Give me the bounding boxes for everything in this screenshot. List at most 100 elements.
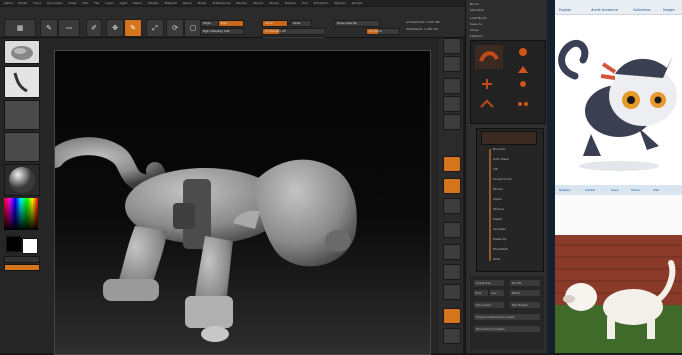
image-action[interactable]: Similar: [585, 188, 595, 192]
browser-tab[interactable]: Explore: [559, 8, 571, 12]
edit-mode-button[interactable]: Edit: [58, 19, 80, 37]
load-brush-item[interactable]: Load Brush: [470, 16, 487, 20]
spix-button[interactable]: [443, 56, 461, 72]
rotate-button[interactable]: ⟳: [166, 19, 184, 37]
edit-button[interactable]: ✎: [40, 19, 58, 37]
del-higher-button[interactable]: Del Higher: [510, 302, 540, 308]
menu-item[interactable]: Picker: [198, 1, 207, 5]
primary-color-swatch[interactable]: [6, 236, 22, 252]
setting-row[interactable]: Stroke: [493, 187, 503, 191]
draw-size-slider[interactable]: Draw Size 64: [334, 20, 380, 27]
brush-thumbnail[interactable]: [4, 40, 40, 64]
actual-button[interactable]: [443, 114, 461, 130]
gradient-button[interactable]: [4, 264, 40, 271]
settings-scroll-track[interactable]: [489, 149, 491, 261]
color-picker[interactable]: [4, 198, 38, 230]
setting-row[interactable]: FiberMesh: [493, 247, 508, 251]
zadd-toggle[interactable]: Zadd: [262, 20, 288, 27]
menu-item[interactable]: Macro: [133, 1, 142, 5]
brush-cell[interactable]: [479, 97, 495, 111]
suv-toggle[interactable]: Suv: [490, 290, 504, 296]
menu-item[interactable]: Marker: [148, 1, 158, 5]
setting-row[interactable]: Auto Mask: [493, 157, 509, 161]
alpha-thumbnail[interactable]: [4, 100, 40, 130]
dog-reference-image[interactable]: [555, 235, 682, 353]
setting-row[interactable]: Twist: [493, 257, 500, 261]
del-lower-button[interactable]: Del Lower: [474, 302, 504, 308]
save-as-item[interactable]: Save As: [470, 22, 482, 26]
menu-item[interactable]: Stroke: [269, 1, 279, 5]
setting-row[interactable]: Depth: [493, 217, 502, 221]
image-action[interactable]: Share: [631, 188, 640, 192]
brush-cell-selected[interactable]: [475, 45, 503, 69]
frame-view-button[interactable]: [443, 222, 461, 238]
setting-row[interactable]: Tilt: [493, 167, 498, 171]
reuv-toggle[interactable]: ReUV: [510, 290, 540, 296]
menu-item[interactable]: Edit: [82, 1, 88, 5]
setting-row[interactable]: Elasticity: [493, 237, 507, 241]
floor-button[interactable]: [443, 178, 461, 194]
image-action[interactable]: Visit: [653, 188, 659, 192]
brush-cell[interactable]: [515, 97, 531, 111]
divide-button[interactable]: Divide: [510, 280, 540, 286]
active-setting-row[interactable]: [481, 131, 537, 145]
menu-item[interactable]: File: [94, 1, 99, 5]
zsub-toggle[interactable]: Zsub: [290, 20, 312, 27]
menu-item[interactable]: Preferences: [213, 1, 231, 5]
menu-item[interactable]: Render: [236, 1, 247, 5]
menu-item[interactable]: Layer: [105, 1, 113, 5]
scale-button[interactable]: ⤢: [146, 19, 164, 37]
menu-item[interactable]: Stencil: [253, 1, 263, 5]
menu-item[interactable]: Alpha: [4, 1, 13, 5]
edit-toggle-button[interactable]: ✐: [86, 19, 102, 37]
move-view-button[interactable]: [443, 244, 461, 260]
material-thumbnail[interactable]: [4, 164, 40, 196]
move-button[interactable]: ✥: [106, 19, 124, 37]
z-intensity-slider[interactable]: Z Intensity 25: [262, 28, 326, 35]
zoom-button[interactable]: [443, 96, 461, 112]
menu-item[interactable]: Document: [47, 1, 63, 5]
switch-color-button[interactable]: [4, 256, 40, 263]
setting-row[interactable]: Samples: [493, 227, 506, 231]
menu-item[interactable]: Zplugin: [334, 1, 345, 5]
window-divider[interactable]: [547, 0, 555, 353]
reconstruct-subdiv-button[interactable]: Reconstruct Subdiv: [474, 326, 540, 332]
freeze-subdivision-button[interactable]: Freeze SubDivision Levels: [474, 314, 540, 320]
setting-row[interactable]: Alpha: [493, 197, 502, 201]
stroke-thumbnail[interactable]: [4, 66, 40, 98]
menu-item[interactable]: Movie: [183, 1, 192, 5]
rotate-view-button[interactable]: [443, 284, 461, 300]
polyf-button[interactable]: [443, 308, 461, 324]
lightbox-item[interactable]: Lightbox: [470, 34, 483, 38]
menu-item[interactable]: Draw: [69, 1, 77, 5]
setting-row[interactable]: Brushes: [493, 147, 505, 151]
setting-row[interactable]: Texture: [493, 207, 504, 211]
rgb-toggle[interactable]: Rgb: [218, 20, 244, 27]
viewport-canvas[interactable]: [46, 50, 431, 355]
persp-button[interactable]: [443, 156, 461, 172]
subdivide-button[interactable]: Subdivide: [474, 280, 504, 286]
smt-toggle[interactable]: Smt: [474, 290, 488, 296]
menu-item[interactable]: Zscript: [352, 1, 362, 5]
menu-item[interactable]: Transform: [314, 1, 329, 5]
browser-tab[interactable]: #cute #creature: [591, 8, 618, 12]
menu-item[interactable]: Light: [120, 1, 128, 5]
scroll-button[interactable]: [443, 78, 461, 94]
menu-item[interactable]: Material: [165, 1, 177, 5]
browser-tab[interactable]: Collections: [633, 8, 650, 12]
menu-item[interactable]: Texture: [285, 1, 296, 5]
menu-item[interactable]: Tool: [302, 1, 308, 5]
creature-reference-image[interactable]: [555, 16, 682, 182]
brush-cell[interactable]: [515, 63, 531, 77]
image-action[interactable]: Related: [559, 188, 570, 192]
scale-view-button[interactable]: [443, 264, 461, 280]
transp-button[interactable]: [443, 328, 461, 344]
brush-cell[interactable]: [479, 77, 495, 91]
secondary-color-swatch[interactable]: [22, 238, 38, 254]
brush-cell[interactable]: [515, 77, 531, 91]
clone-item[interactable]: Clone: [470, 28, 479, 32]
projection-master-button[interactable]: ▦: [4, 19, 36, 37]
menu-item[interactable]: Brush: [19, 1, 28, 5]
rgb-intensity-slider[interactable]: Rgb Intensity 100: [200, 28, 244, 35]
texture-thumbnail[interactable]: [4, 132, 40, 162]
